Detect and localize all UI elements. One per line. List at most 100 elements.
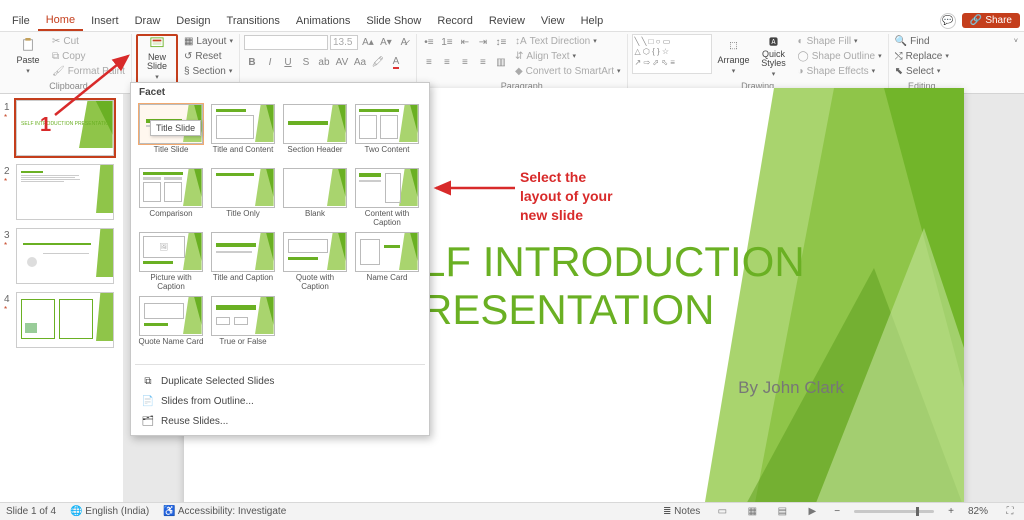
tab-animations[interactable]: Animations	[288, 12, 358, 30]
font-size-select[interactable]: 13.5	[330, 35, 358, 50]
replace-button[interactable]: ⤭Replace▾	[893, 49, 951, 63]
bullets-button[interactable]: •≡	[421, 34, 437, 50]
align-right-button[interactable]: ≡	[457, 54, 473, 70]
status-accessibility[interactable]: ♿ Accessibility: Investigate	[163, 506, 286, 517]
line-spacing-button[interactable]: ↕≡	[493, 34, 509, 50]
strike-button[interactable]: S	[298, 54, 314, 70]
bold-button[interactable]: B	[244, 54, 260, 70]
reuse-slides-item[interactable]: 🗂Reuse Slides...	[137, 411, 423, 431]
shapes-gallery[interactable]: ╲ ╲ □ ○ ▭△ ⬡ { } ☆↗ ⇨ ⬀ ⬁ ≡	[632, 34, 712, 74]
layout-button[interactable]: ▦Layout▾	[182, 34, 235, 48]
tab-insert[interactable]: Insert	[83, 12, 127, 30]
collapse-ribbon-button[interactable]: ˅	[1014, 38, 1018, 45]
layout-option[interactable]: 🖼Picture with Caption	[137, 232, 205, 292]
tab-view[interactable]: View	[533, 12, 573, 30]
notes-button[interactable]: ≣ Notes	[663, 506, 700, 517]
italic-button[interactable]: I	[262, 54, 278, 70]
comments-icon[interactable]: 💬	[940, 13, 956, 29]
shadow-button[interactable]: ab	[316, 54, 332, 70]
tab-file[interactable]: File	[4, 12, 38, 30]
layout-option[interactable]: Comparison	[137, 168, 205, 228]
slides-from-outline-item[interactable]: 📄Slides from Outline...	[137, 391, 423, 411]
reset-button[interactable]: ↺Reset	[182, 49, 235, 63]
paste-button[interactable]: Paste▾	[10, 34, 46, 78]
format-painter-button[interactable]: 🖌Format Paint	[50, 64, 127, 78]
text-direction-button[interactable]: ↕AText Direction▾	[513, 34, 623, 48]
fit-button[interactable]: ⛶	[1002, 505, 1018, 519]
status-language[interactable]: 🌐 English (India)	[70, 506, 149, 517]
thumbnail-3[interactable]	[16, 228, 114, 284]
indent-dec-button[interactable]: ⇤	[457, 34, 473, 50]
layout-option[interactable]: Quote Name Card	[137, 296, 205, 356]
layout-option[interactable]: Section Header	[281, 104, 349, 164]
indent-inc-button[interactable]: ⇥	[475, 34, 491, 50]
tab-review[interactable]: Review	[481, 12, 533, 30]
layout-option[interactable]: Content with Caption	[353, 168, 421, 228]
justify-button[interactable]: ≡	[475, 54, 491, 70]
group-drawing: ╲ ╲ □ ○ ▭△ ⬡ { } ☆↗ ⇨ ⬀ ⬁ ≡ ⬚Arrange▾ 🅰Q…	[628, 34, 889, 93]
select-button[interactable]: ⬉Select▾	[893, 64, 951, 78]
tab-design[interactable]: Design	[168, 12, 218, 30]
thumbnail-2[interactable]	[16, 164, 114, 220]
slide-subtitle[interactable]: By John Clark	[738, 378, 844, 398]
font-color-button[interactable]: A	[388, 54, 404, 70]
columns-button[interactable]: ▥	[493, 54, 509, 70]
outline-icon: ◯	[798, 51, 809, 62]
underline-button[interactable]: U	[280, 54, 296, 70]
zoom-slider[interactable]	[854, 510, 934, 513]
quick-styles-button[interactable]: 🅰Quick Styles▾	[756, 34, 792, 78]
section-button[interactable]: §Section▾	[182, 64, 235, 78]
section-icon: §	[184, 66, 190, 77]
find-button[interactable]: 🔍Find	[893, 34, 951, 48]
thumbnail-4[interactable]	[16, 292, 114, 348]
clear-format-button[interactable]: A̷	[396, 34, 412, 50]
tab-record[interactable]: Record	[429, 12, 480, 30]
zoom-level[interactable]: 82%	[968, 506, 988, 517]
tab-transitions[interactable]: Transitions	[219, 12, 288, 30]
cut-button[interactable]: ✂Cut	[50, 34, 127, 48]
align-text-button[interactable]: ⇵Align Text▾	[513, 49, 623, 63]
tab-help[interactable]: Help	[573, 12, 612, 30]
font-family-select[interactable]	[244, 35, 328, 50]
layout-option[interactable]: Quote with Caption	[281, 232, 349, 292]
align-center-button[interactable]: ≡	[439, 54, 455, 70]
layout-option[interactable]: Title Only	[209, 168, 277, 228]
spacing-button[interactable]: AV	[334, 54, 350, 70]
share-button[interactable]: 🔗Share	[962, 13, 1020, 28]
tab-draw[interactable]: Draw	[127, 12, 169, 30]
layout-option[interactable]: True or False	[209, 296, 277, 356]
shape-outline-button[interactable]: ◯Shape Outline▾	[796, 49, 884, 63]
slide-title[interactable]: ELF INTRODUCTION PRESENTATION	[394, 238, 924, 335]
arrange-button[interactable]: ⬚Arrange▾	[716, 34, 752, 78]
view-slideshow-button[interactable]: ▶	[804, 505, 820, 519]
copy-button[interactable]: ⧉Copy	[50, 49, 127, 63]
effects-icon: ◑	[798, 66, 804, 77]
layout-option[interactable]: Name Card	[353, 232, 421, 292]
layout-option[interactable]: Title and Caption	[209, 232, 277, 292]
align-left-button[interactable]: ≡	[421, 54, 437, 70]
numbering-button[interactable]: 1≡	[439, 34, 455, 50]
thumbnail-1[interactable]: SELF INTRODUCTION PRESENTATION	[16, 100, 114, 156]
view-reading-button[interactable]: ▤	[774, 505, 790, 519]
grow-font-button[interactable]: A▴	[360, 34, 376, 50]
duplicate-slides-item[interactable]: ⧉Duplicate Selected Slides	[137, 371, 423, 391]
view-sorter-button[interactable]: ▦	[744, 505, 760, 519]
tab-home[interactable]: Home	[38, 11, 83, 31]
case-button[interactable]: Aa	[352, 54, 368, 70]
view-normal-button[interactable]: ▭	[714, 505, 730, 519]
status-slide-count: Slide 1 of 4	[6, 506, 56, 517]
layout-option[interactable]: Blank	[281, 168, 349, 228]
new-slide-button[interactable]: New Slide▾	[139, 37, 175, 81]
shape-fill-button[interactable]: ◐Shape Fill▾	[796, 34, 884, 48]
smartart-button[interactable]: ◆Convert to SmartArt▾	[513, 64, 623, 78]
group-clipboard: Paste▾ ✂Cut ⧉Copy 🖌Format Paint Clipboar…	[6, 34, 132, 93]
tab-slideshow[interactable]: Slide Show	[358, 12, 429, 30]
shape-effects-button[interactable]: ◑Shape Effects▾	[796, 64, 884, 78]
layout-option[interactable]: Title and Content	[209, 104, 277, 164]
layout-option[interactable]: Two Content	[353, 104, 421, 164]
quick-styles-icon: 🅰	[766, 34, 782, 48]
shrink-font-button[interactable]: A▾	[378, 34, 394, 50]
highlight-button[interactable]: 🖍	[370, 54, 386, 70]
zoom-out-button[interactable]: −	[834, 506, 840, 517]
zoom-in-button[interactable]: +	[948, 506, 954, 517]
